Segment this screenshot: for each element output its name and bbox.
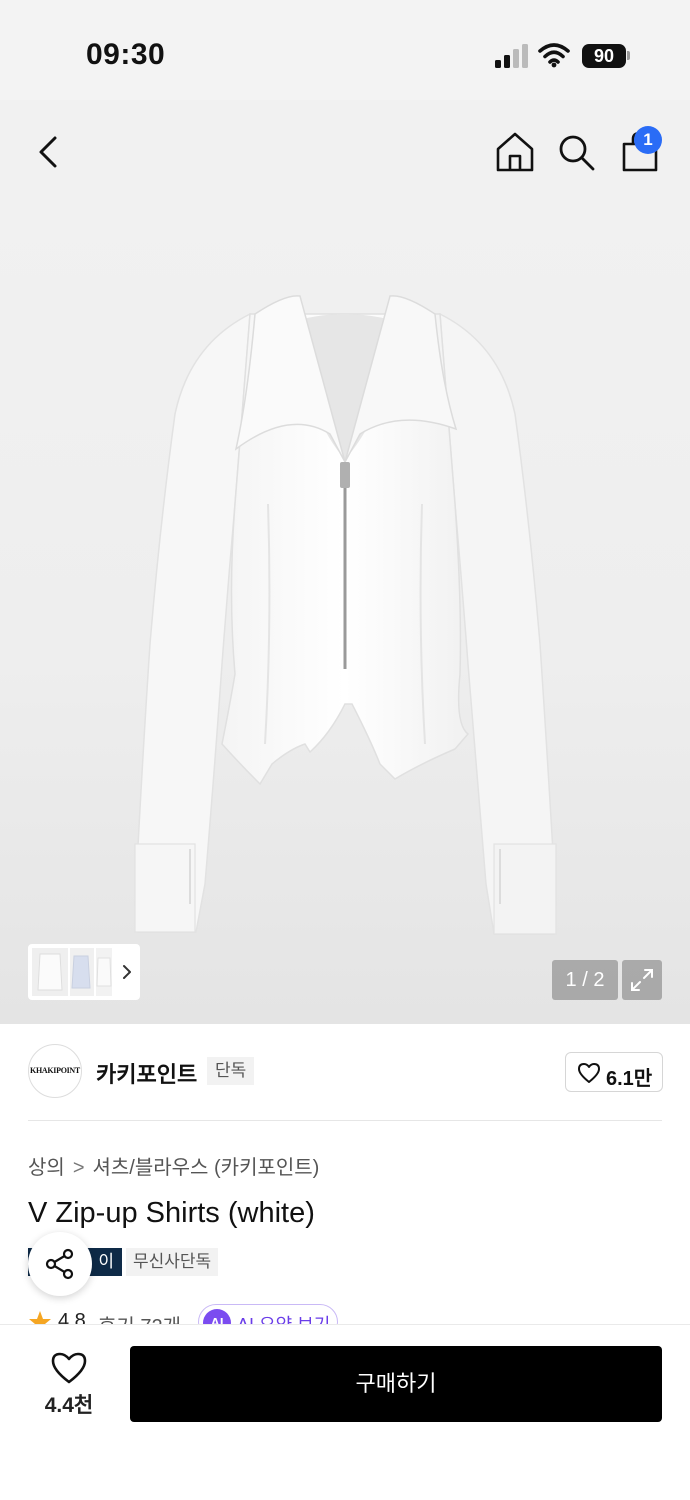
heart-icon	[51, 1352, 87, 1384]
expand-icon	[631, 969, 653, 991]
battery-tip	[627, 51, 630, 60]
expand-image-button[interactable]	[622, 960, 662, 1000]
status-bar: 09:30 90	[0, 0, 690, 100]
brand-logo[interactable]: KHAKIPOINT	[28, 1044, 82, 1098]
heart-icon	[578, 1063, 600, 1083]
breadcrumb-category[interactable]: 상의	[28, 1157, 65, 1179]
buy-button[interactable]: 구매하기	[130, 1346, 662, 1422]
search-icon[interactable]	[556, 130, 596, 174]
status-time: 09:30	[86, 38, 166, 71]
product-like-count: 4.4천	[44, 1394, 94, 1417]
thumbnail-strip[interactable]	[28, 944, 140, 1000]
bottom-action-bar: 4.4천 구매하기	[0, 1324, 690, 1500]
brand-like-count: 6.1만	[606, 1068, 653, 1090]
top-nav-bar	[0, 100, 690, 204]
product-image-gallery[interactable]: 1 / 2	[0, 204, 690, 1024]
brand-name[interactable]: 카키포인트	[96, 1057, 197, 1089]
breadcrumb: 상의 > 셔츠/블라우스 (카키포인트)	[28, 1151, 319, 1180]
cart-count-badge: 1	[634, 126, 662, 154]
wifi-icon	[538, 43, 570, 68]
product-image	[134, 295, 557, 935]
cellular-signal-icon	[495, 44, 528, 68]
divider	[28, 1120, 662, 1121]
brand-exclusive-tag: 단독	[207, 1057, 255, 1085]
home-icon[interactable]	[494, 130, 536, 174]
battery-indicator: 90	[582, 44, 626, 68]
product-tag-exclusive: 무신사단독	[126, 1248, 219, 1276]
breadcrumb-separator: >	[72, 1157, 85, 1179]
brand-like-button[interactable]: 6.1만	[565, 1052, 663, 1092]
product-title: V Zip-up Shirts (white)	[28, 1197, 315, 1229]
chevron-left-icon[interactable]	[30, 130, 70, 174]
thumbnail-images	[32, 948, 131, 996]
breadcrumb-subcategory[interactable]: 셔츠/블라우스 (카키포인트)	[93, 1157, 320, 1179]
brand-row: KHAKIPOINT 카키포인트 단독 6.1만	[0, 1024, 690, 1120]
image-page-counter: 1 / 2	[552, 960, 618, 1000]
share-button[interactable]	[28, 1232, 92, 1296]
product-like-button[interactable]: 4.4천	[28, 1349, 110, 1419]
share-icon	[45, 1248, 74, 1280]
